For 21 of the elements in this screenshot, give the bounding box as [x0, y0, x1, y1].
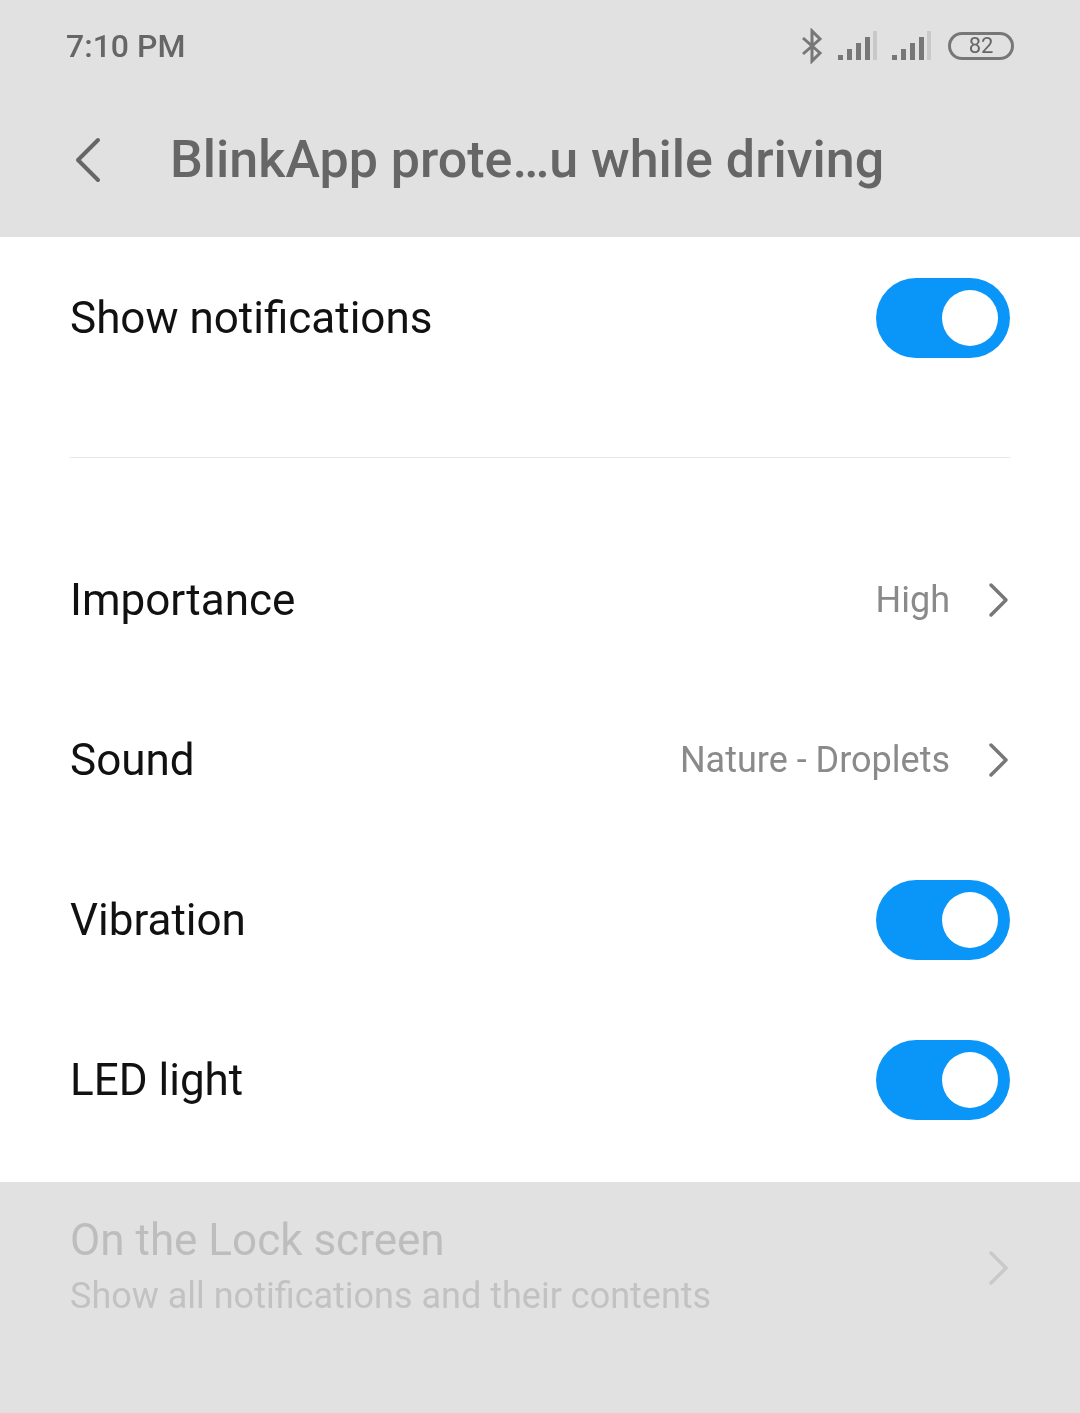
- setting-value: Nature - Droplets: [679, 738, 950, 783]
- chevron-right-icon: [988, 742, 1010, 778]
- chevron-right-icon: [988, 582, 1010, 618]
- signal-icon: [892, 31, 932, 61]
- chevron-right-icon: [988, 1250, 1010, 1286]
- battery-indicator: 82: [948, 32, 1014, 60]
- setting-label: Sound: [70, 733, 195, 788]
- setting-label: Importance: [70, 573, 296, 628]
- settings-row[interactable]: Vibration: [70, 840, 1010, 1000]
- setting-value: High: [875, 578, 950, 623]
- status-time: 7:10 PM: [66, 26, 186, 67]
- settings-row[interactable]: Sound Nature - Droplets: [70, 680, 1010, 840]
- settings-row[interactable]: LED light: [70, 1000, 1010, 1160]
- settings-row[interactable]: Show notifications: [70, 237, 1010, 399]
- setting-label: Show notifications: [70, 291, 433, 346]
- page-title: BlinkApp prote…u while driving: [170, 127, 885, 192]
- bluetooth-icon: [800, 28, 824, 64]
- setting-label: Vibration: [70, 893, 246, 948]
- signal-icon: [838, 31, 878, 61]
- settings-row[interactable]: Importance High: [70, 520, 1010, 680]
- setting-label: LED light: [70, 1053, 244, 1108]
